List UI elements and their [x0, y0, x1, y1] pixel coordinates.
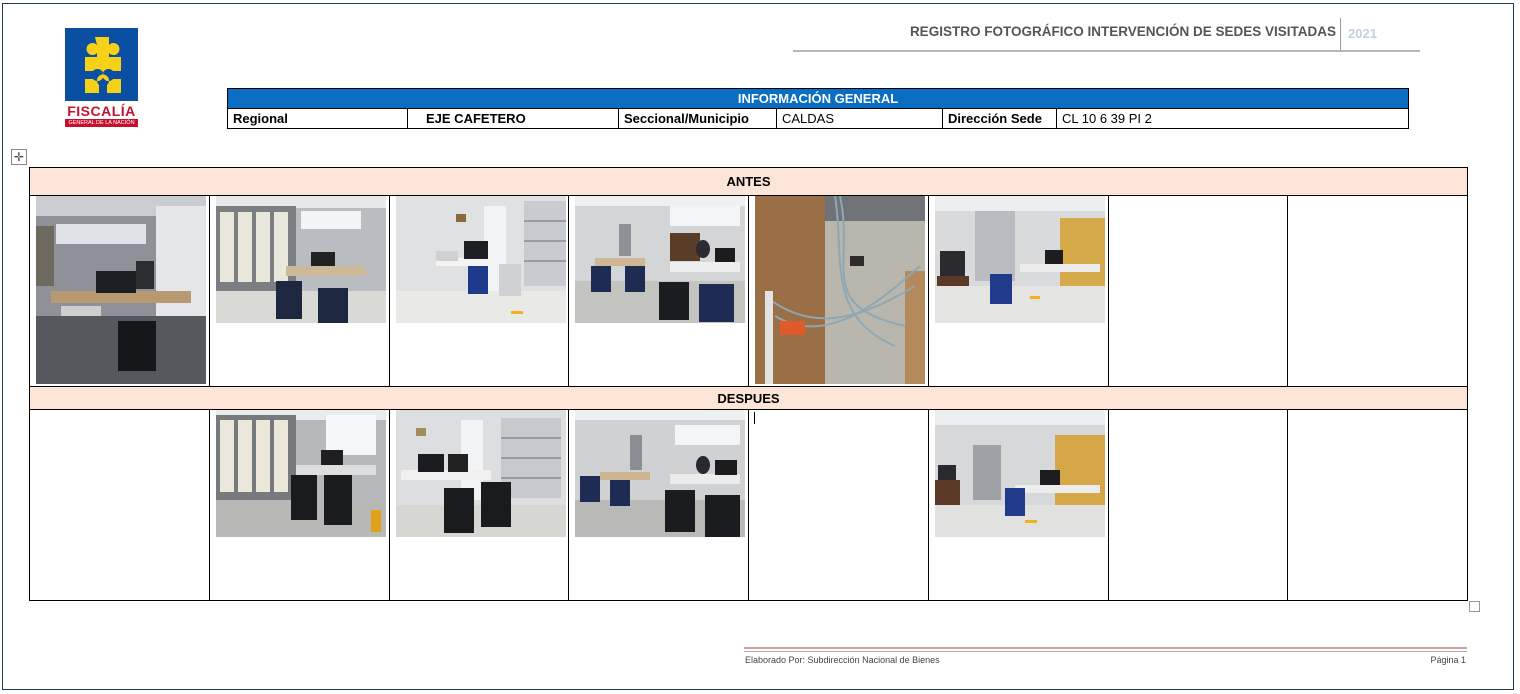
photo-cell-empty[interactable]	[1109, 196, 1289, 386]
general-info-heading: INFORMACIÓN GENERAL	[228, 89, 1408, 109]
resize-handle-icon[interactable]	[1469, 601, 1480, 612]
general-info-row: Regional EJE CAFETERO Seccional/Municipi…	[228, 109, 1408, 128]
text-cursor	[754, 412, 755, 424]
before-photo[interactable]	[215, 196, 386, 323]
photo-cell	[569, 196, 749, 386]
general-info-table: INFORMACIÓN GENERAL Regional EJE CAFETER…	[227, 88, 1409, 129]
regional-value: EJE CAFETERO	[408, 109, 619, 128]
before-photo[interactable]	[575, 196, 746, 323]
photo-cell-empty[interactable]	[1288, 196, 1467, 386]
move-handle-icon[interactable]: ✛	[11, 149, 27, 165]
municipio-label: Seccional/Municipio	[619, 109, 777, 128]
photo-cell	[569, 410, 749, 600]
photo-cell	[749, 196, 929, 386]
before-photo[interactable]	[395, 196, 566, 323]
before-photo[interactable]	[934, 196, 1105, 323]
direccion-label: Dirección Sede	[943, 109, 1057, 128]
footer-rule	[744, 651, 1467, 652]
photo-cell	[929, 196, 1109, 386]
fiscalia-logo: FISCALÍA GENERAL DE LA NACIÓN	[65, 28, 138, 127]
photo-cell	[210, 410, 390, 600]
title-divider	[1340, 18, 1341, 50]
document-title: REGISTRO FOTOGRÁFICO INTERVENCIÓN DE SED…	[909, 24, 1336, 39]
logo-subtitle: GENERAL DE LA NACIÓN	[65, 119, 138, 127]
photo-cell	[929, 410, 1109, 600]
after-photo[interactable]	[215, 410, 386, 537]
regional-label: Regional	[228, 109, 408, 128]
footer-rule	[744, 647, 1467, 649]
photo-cell	[390, 410, 570, 600]
after-photo[interactable]	[395, 410, 566, 537]
photo-cell-empty[interactable]	[749, 410, 929, 600]
photo-cell-empty[interactable]	[1288, 410, 1467, 600]
photo-cell	[30, 196, 210, 386]
after-photo[interactable]	[934, 410, 1105, 537]
document-year: 2021	[1348, 26, 1377, 41]
photo-table: ANTES DESPUES	[29, 167, 1468, 601]
photo-cell	[390, 196, 570, 386]
footer-prepared-by: Elaborado Por: Subdirección Nacional de …	[745, 655, 940, 665]
after-photo-row	[30, 410, 1467, 601]
before-section-heading: ANTES	[30, 168, 1467, 196]
direccion-value: CL 10 6 39 PI 2	[1062, 111, 1152, 126]
municipio-value: CALDAS	[777, 109, 943, 128]
photo-cell	[210, 196, 390, 386]
after-photo[interactable]	[575, 410, 746, 537]
photo-cell-empty[interactable]	[1109, 410, 1289, 600]
footer-page-number: Página 1	[1430, 655, 1466, 665]
before-photo-row	[30, 196, 1467, 387]
before-photo[interactable]	[36, 196, 206, 384]
header-rule	[793, 50, 1420, 52]
logo-name: FISCALÍA	[67, 103, 136, 119]
before-photo[interactable]	[755, 196, 925, 384]
after-section-heading: DESPUES	[30, 387, 1467, 410]
puzzle-piece-icon	[65, 28, 138, 101]
photo-cell-empty[interactable]	[30, 410, 210, 600]
